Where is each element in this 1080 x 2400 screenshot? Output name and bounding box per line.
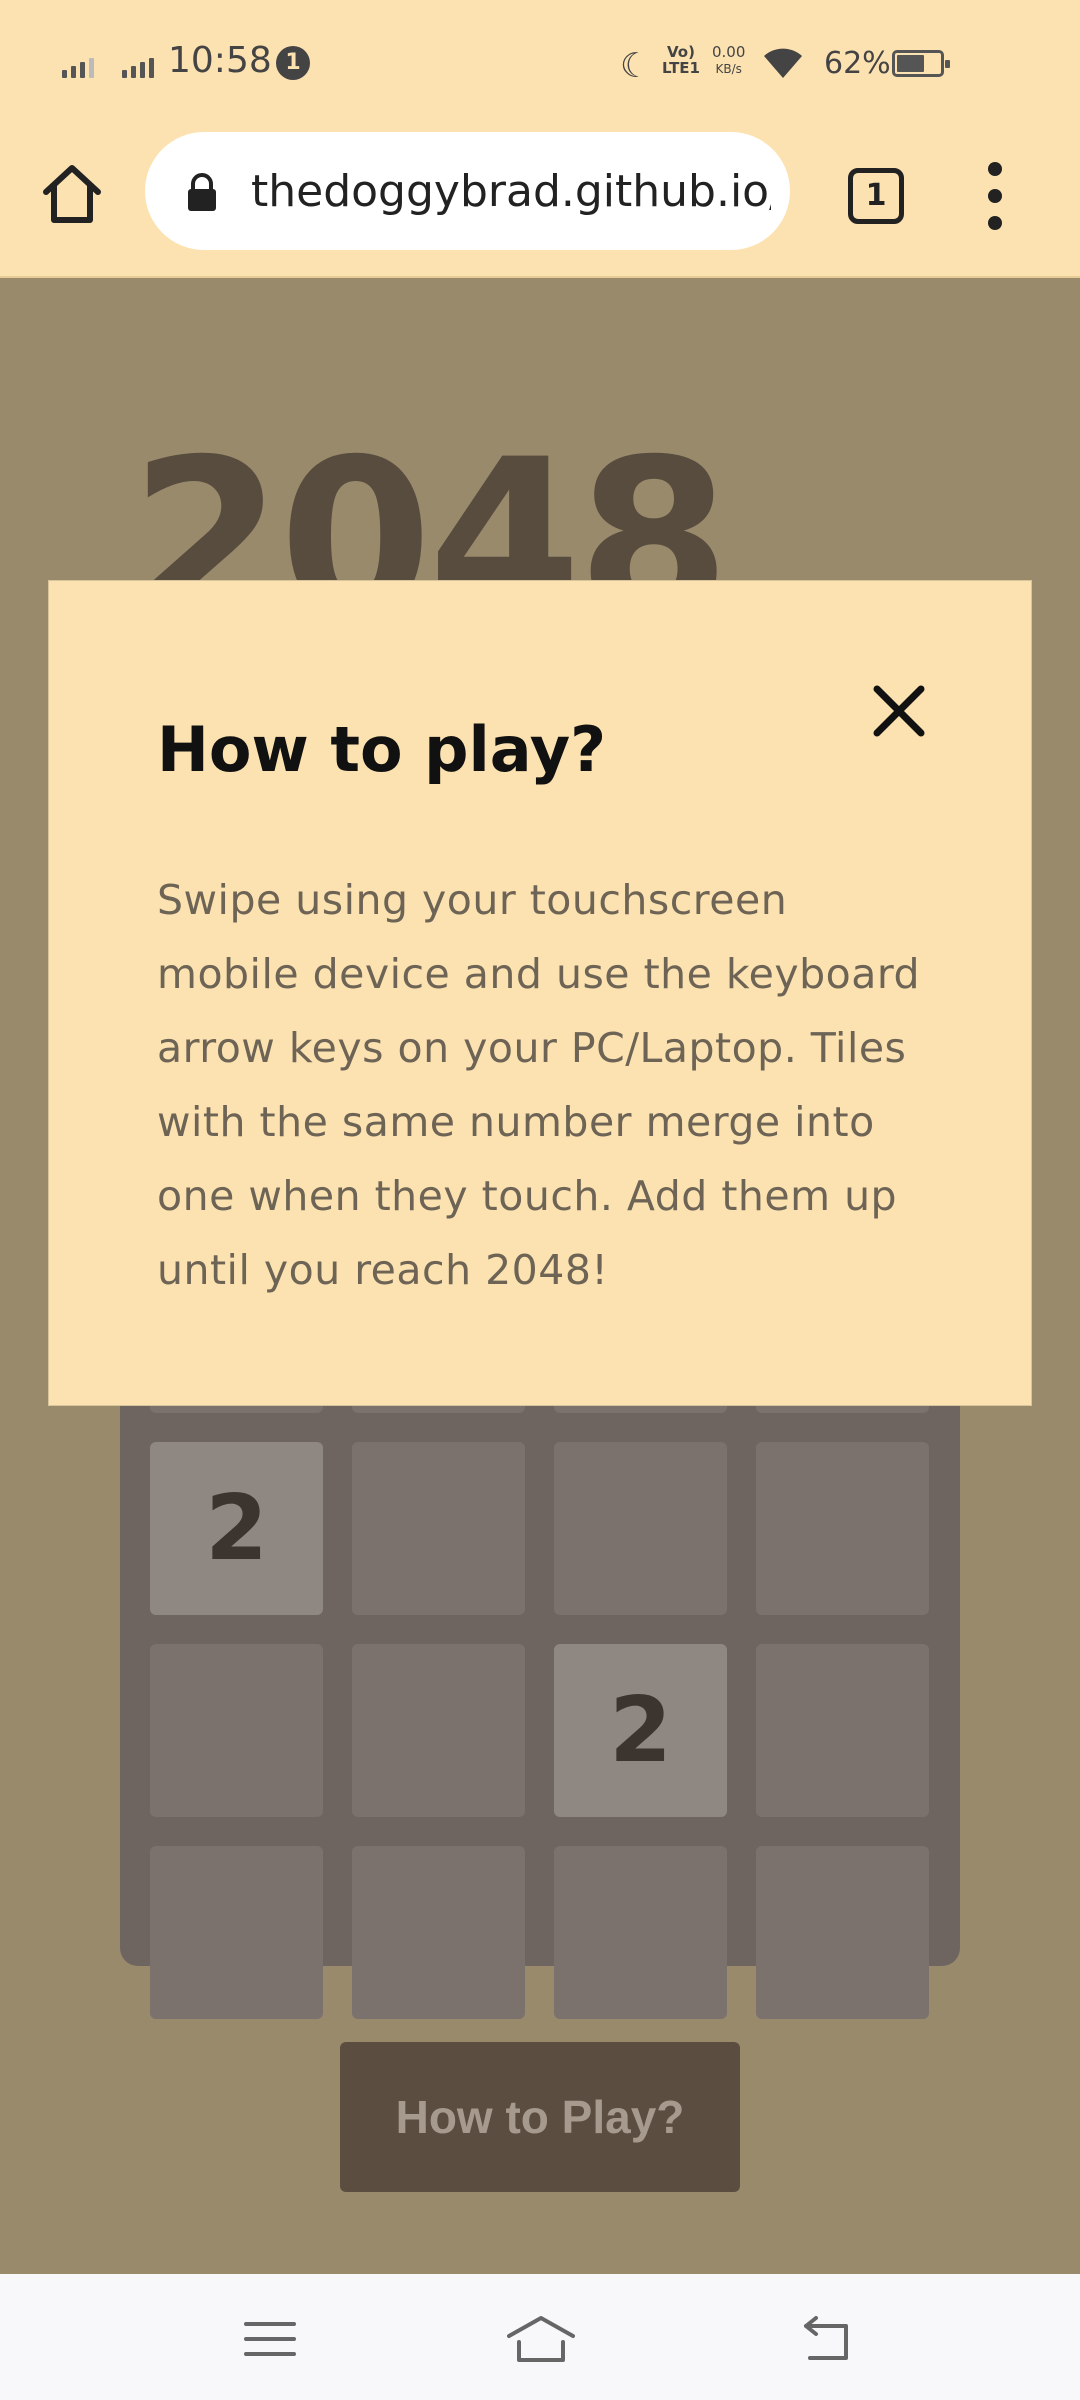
tab-switcher-button[interactable]: 1: [848, 168, 904, 224]
empty-tile: [756, 1644, 929, 1817]
empty-tile: [150, 1644, 323, 1817]
dialog-body: Swipe using your touchscreen mobile devi…: [157, 876, 921, 1294]
empty-tile: [150, 1846, 323, 2019]
empty-tile: [756, 1442, 929, 1615]
empty-tile: [554, 1846, 727, 2019]
close-icon[interactable]: [869, 681, 929, 741]
empty-tile: [352, 1442, 525, 1615]
signal-strength-icon: [122, 52, 162, 78]
how-to-play-dialog: How to play? Swipe using your touchscree…: [48, 580, 1032, 1406]
empty-tile: [756, 1846, 929, 2019]
tile-2: 2: [554, 1644, 727, 1817]
recent-apps-icon[interactable]: [240, 2312, 300, 2366]
browser-toolbar: thedoggybrad.github.io/2 1: [0, 128, 1080, 278]
lock-icon: [188, 173, 216, 211]
how-to-play-button[interactable]: How to Play?: [340, 2042, 740, 2192]
empty-tile: [554, 1442, 727, 1615]
overflow-menu-icon[interactable]: [976, 162, 1016, 230]
back-icon[interactable]: [796, 2312, 856, 2366]
tile-2: 2: [150, 1442, 323, 1615]
network-speed-unit: KB/s: [715, 62, 742, 76]
url-text[interactable]: thedoggybrad.github.io/2: [251, 166, 771, 217]
home-icon[interactable]: [36, 158, 108, 230]
system-nav-bar: [0, 2274, 1080, 2400]
notification-badge: 1: [276, 46, 310, 80]
network-speed-value: 0.00: [712, 43, 746, 61]
battery-icon: [892, 50, 950, 77]
network-speed: 0.00 KB/s: [712, 44, 745, 78]
status-bar: 10:58 1 ☾ Vo) LTE1 0.00 KB/s 62%: [0, 0, 1080, 128]
address-bar[interactable]: thedoggybrad.github.io/2: [145, 132, 790, 250]
volte-indicator: Vo) LTE1: [662, 43, 700, 77]
home-nav-icon[interactable]: [505, 2312, 577, 2366]
status-time: 10:58: [168, 40, 272, 81]
dialog-title: How to play?: [157, 713, 607, 786]
empty-tile: [352, 1644, 525, 1817]
signal-strength-icon: [62, 52, 102, 78]
wifi-icon: [764, 48, 802, 78]
empty-tile: [352, 1846, 525, 2019]
do-not-disturb-icon: ☾: [620, 46, 651, 86]
battery-percent: 62%: [824, 46, 891, 81]
